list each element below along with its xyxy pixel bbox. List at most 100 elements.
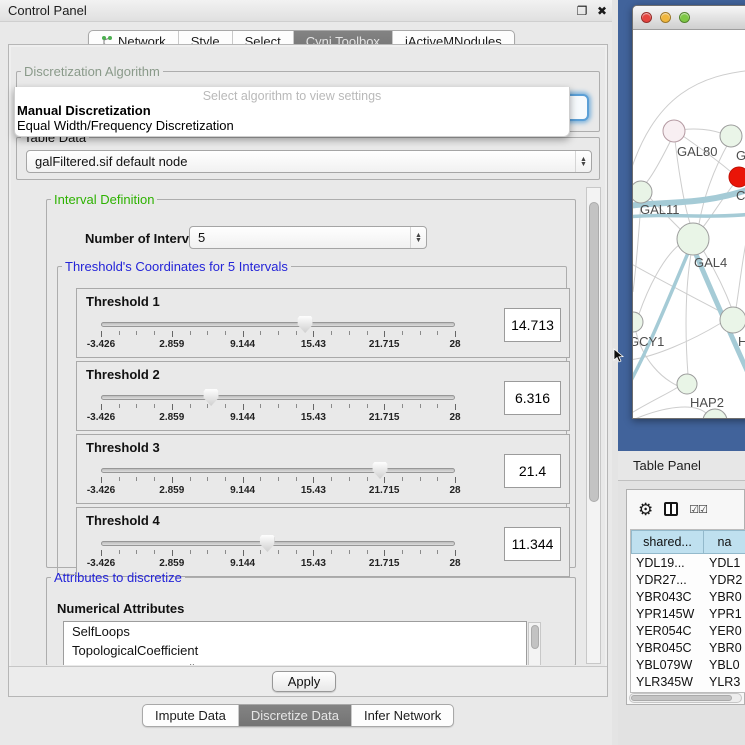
network-node[interactable] bbox=[703, 409, 727, 418]
threshold-slider[interactable] bbox=[101, 541, 455, 546]
network-node-label: C bbox=[736, 188, 745, 203]
num-intervals-combo[interactable]: 5 ▲▼ bbox=[189, 226, 427, 249]
gear-icon[interactable]: ⚙ bbox=[638, 501, 653, 518]
numerical-attributes-list[interactable]: SelfLoopsTopologicalCoefficientBetweenne… bbox=[63, 621, 527, 665]
screen: Control Panel ❐ ✖ NetworkStyleSelectCyni… bbox=[0, 0, 745, 745]
table-column-header[interactable]: na bbox=[704, 530, 745, 554]
control-panel-titlebar: Control Panel ❐ ✖ bbox=[0, 0, 612, 22]
table-cell: YPR1 bbox=[704, 607, 745, 621]
thresholds-group-label: Threshold's Coordinates for 5 Intervals bbox=[62, 259, 291, 274]
network-node-h[interactable] bbox=[720, 307, 745, 333]
table-cell: YBL0 bbox=[704, 658, 745, 672]
network-edge[interactable] bbox=[736, 242, 745, 308]
zoom-traffic-light[interactable] bbox=[679, 12, 690, 23]
interval-definition-label: Interval Definition bbox=[51, 192, 157, 207]
table-cell: YDL19... bbox=[631, 556, 704, 570]
algorithm-group-label: Discretization Algorithm bbox=[21, 64, 163, 79]
tab-label: Impute Data bbox=[155, 708, 226, 723]
table-row[interactable]: YBR045CYBR0 bbox=[631, 639, 745, 656]
threshold-value-field[interactable]: 14.713 bbox=[504, 308, 561, 342]
tab-label: Discretize Data bbox=[251, 708, 339, 723]
network-edge[interactable] bbox=[686, 254, 691, 375]
slider-axis-labels: -3.4262.8599.14415.4321.71528 bbox=[101, 339, 455, 351]
table-row[interactable]: YBL079WYBL0 bbox=[631, 656, 745, 673]
columns-icon[interactable] bbox=[664, 502, 678, 516]
dropdown-item-manual[interactable]: Manual Discretization bbox=[15, 103, 569, 118]
table-row[interactable]: YER054CYER0 bbox=[631, 622, 745, 639]
threshold-block: Threshold 3-3.4262.8599.14415.4321.71528… bbox=[76, 434, 570, 504]
threshold-block: Threshold 4 -3.4262.8599.14415.4321.71528… bbox=[76, 507, 570, 577]
network-node-label: GAL4 bbox=[694, 255, 727, 270]
threshold-value-field[interactable]: 6.316 bbox=[504, 381, 561, 415]
network-node-ga[interactable] bbox=[720, 125, 742, 147]
threshold-slider[interactable] bbox=[101, 395, 455, 400]
network-window: GAL80GACGAL11GAL4GCY1HHAP2 bbox=[632, 5, 745, 419]
network-node-hap2[interactable] bbox=[677, 374, 697, 394]
threshold-value-field[interactable]: 21.4 bbox=[504, 454, 561, 488]
table-cell: YER054C bbox=[631, 624, 704, 638]
threshold-slider[interactable] bbox=[101, 322, 455, 327]
slider-ticks bbox=[101, 404, 455, 411]
scrollbar-thumb[interactable] bbox=[531, 625, 539, 649]
algorithm-dropdown-popup: Select algorithm to view settings Manual… bbox=[14, 87, 570, 137]
table-panel-title: Table Panel bbox=[618, 458, 701, 473]
attributes-list-scrollbar[interactable] bbox=[528, 622, 541, 665]
table-column-header[interactable]: shared... bbox=[631, 530, 704, 554]
table-row[interactable]: YPR145WYPR1 bbox=[631, 605, 745, 622]
threshold-block: Threshold 2-3.4262.8599.14415.4321.71528… bbox=[76, 361, 570, 431]
table-horizontal-scrollbar[interactable] bbox=[629, 693, 742, 703]
table-panel-titlebar: Table Panel bbox=[618, 451, 745, 481]
network-edge[interactable] bbox=[633, 387, 678, 415]
bottom-tab-bar: Impute Data Discretize Data Infer Network bbox=[142, 704, 454, 727]
network-node-gal80[interactable] bbox=[663, 120, 685, 142]
checkboxes-icon[interactable]: ☑☑ bbox=[689, 503, 707, 516]
network-node-gal4[interactable] bbox=[677, 223, 709, 255]
table-cell: YDR27... bbox=[631, 573, 704, 587]
table-frame: ⚙ ☑☑ shared...na YDL19...YDL1YDR27...YDR… bbox=[626, 489, 745, 705]
main-scrollbar[interactable] bbox=[586, 187, 601, 664]
dropdown-item-equal-width[interactable]: Equal Width/Frequency Discretization bbox=[15, 118, 569, 133]
threshold-label: Threshold 4 bbox=[86, 513, 160, 528]
network-node-c[interactable] bbox=[729, 167, 745, 187]
scrollbar-thumb[interactable] bbox=[631, 695, 732, 701]
tab-discretize-data[interactable]: Discretize Data bbox=[239, 705, 352, 726]
network-node-label: GCY1 bbox=[633, 334, 664, 349]
close-traffic-light[interactable] bbox=[641, 12, 652, 23]
attribute-item[interactable]: BetweennessCentrality bbox=[64, 660, 526, 665]
table-data-combo[interactable]: galFiltered.sif default node ▲▼ bbox=[26, 150, 592, 173]
slider-axis-labels: -3.4262.8599.14415.4321.71528 bbox=[101, 558, 455, 570]
close-icon[interactable]: ✖ bbox=[592, 4, 612, 18]
network-node-label: HAP2 bbox=[690, 395, 724, 410]
threshold-label: Threshold 1 bbox=[86, 294, 160, 309]
table-cell: YBR043C bbox=[631, 590, 704, 604]
threshold-value-field[interactable]: 11.344 bbox=[504, 527, 561, 561]
tab-label: Infer Network bbox=[364, 708, 441, 723]
table-row[interactable]: YBR043CYBR0 bbox=[631, 588, 745, 605]
panel-title: Control Panel bbox=[0, 3, 572, 18]
apply-button[interactable]: Apply bbox=[272, 671, 336, 692]
float-window-icon[interactable]: ❐ bbox=[572, 4, 592, 18]
table-panel-body: ⚙ ☑☑ shared...na YDL19...YDL1YDR27...YDR… bbox=[618, 481, 745, 745]
network-graph: GAL80GACGAL11GAL4GCY1HHAP2 bbox=[633, 30, 745, 418]
table-row[interactable]: YDR27...YDR2 bbox=[631, 571, 745, 588]
attribute-item[interactable]: SelfLoops bbox=[64, 622, 526, 641]
node-table[interactable]: shared...na YDL19...YDL1YDR27...YDR2YBR0… bbox=[630, 529, 745, 693]
tab-infer-network[interactable]: Infer Network bbox=[352, 705, 453, 726]
network-edge[interactable] bbox=[645, 140, 671, 184]
network-node-gal11[interactable] bbox=[633, 181, 652, 203]
thresholds-group: Threshold's Coordinates for 5 Intervals … bbox=[57, 259, 567, 575]
table-cell: YBR0 bbox=[704, 590, 745, 604]
table-cell: YDR2 bbox=[704, 573, 745, 587]
network-canvas[interactable]: GAL80GACGAL11GAL4GCY1HHAP2 bbox=[633, 30, 745, 418]
threshold-slider[interactable] bbox=[101, 468, 455, 473]
minimize-traffic-light[interactable] bbox=[660, 12, 671, 23]
tab-impute-data[interactable]: Impute Data bbox=[143, 705, 239, 726]
attribute-item[interactable]: TopologicalCoefficient bbox=[64, 641, 526, 660]
scrollbar-thumb[interactable] bbox=[589, 202, 599, 502]
table-row[interactable]: YDL19...YDL1 bbox=[631, 554, 745, 571]
table-row[interactable]: YLR345WYLR3 bbox=[631, 673, 745, 690]
threshold-block: Threshold 1 -3.4262.8599.14415.4321.71528… bbox=[76, 288, 570, 358]
network-node-gcy1[interactable] bbox=[633, 312, 643, 332]
slider-ticks bbox=[101, 477, 455, 484]
table-cell: YPR145W bbox=[631, 607, 704, 621]
